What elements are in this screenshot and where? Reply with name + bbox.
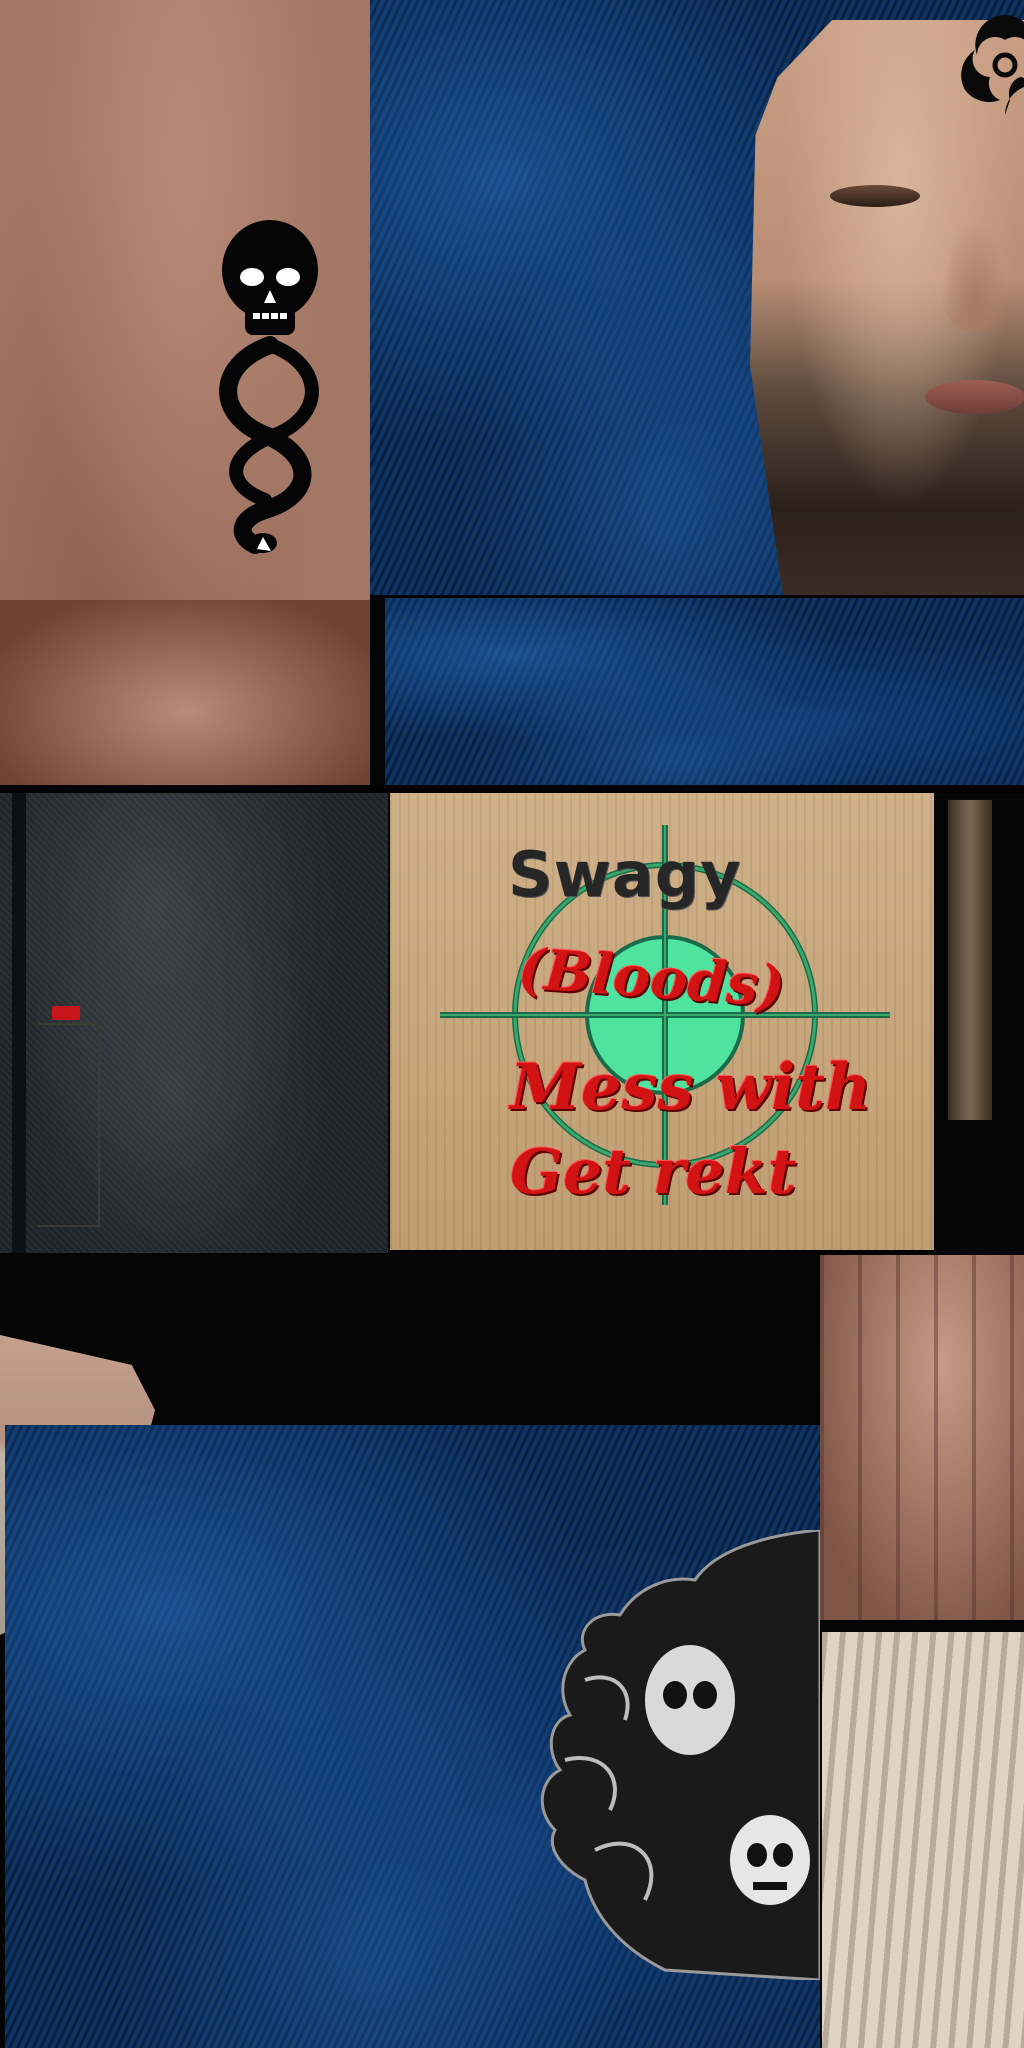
lips [925, 380, 1024, 414]
cloth-texture [822, 1632, 1024, 2048]
biohazard-icon [961, 15, 1024, 115]
denim-texture [0, 793, 388, 1253]
nose [940, 220, 1010, 330]
seam [0, 785, 1024, 793]
reaper-punisher-skull-icon [540, 1530, 820, 1980]
blue-grunge-strip [385, 598, 1024, 788]
eye [830, 185, 920, 207]
wood-strip [948, 800, 992, 1120]
label-line2: Get rekt [510, 1135, 797, 1208]
dark-mark-skull-snake-icon [219, 220, 319, 554]
hand-texture [820, 1255, 1024, 1620]
label-line1: Mess with [510, 1050, 872, 1125]
levis-tab-icon [52, 1006, 80, 1020]
arm-skin-texture [0, 0, 370, 785]
label-title: Swagy [508, 838, 742, 911]
denim-pocket [38, 1023, 100, 1227]
